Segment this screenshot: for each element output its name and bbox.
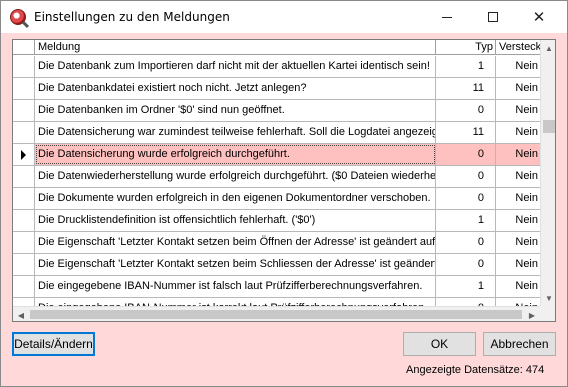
cell-typ[interactable]: 1: [436, 276, 496, 297]
table-row[interactable]: Die Datensicherung wurde erfolgreich dur…: [13, 144, 540, 166]
cell-typ[interactable]: 1: [436, 210, 496, 231]
table-row[interactable]: Die Dokumente wurden erfolgreich in den …: [13, 188, 540, 210]
record-count: Angezeigte Datensätze: 474: [406, 364, 545, 376]
cell-meldung[interactable]: Die Eigenschaft 'Letzter Kontakt setzen …: [35, 254, 436, 275]
title-bar: Einstellungen zu den Meldungen ✕: [1, 1, 567, 33]
horizontal-scroll-thumb[interactable]: [30, 310, 522, 319]
cell-versteckt[interactable]: Nein: [496, 78, 540, 99]
row-indicator[interactable]: [13, 78, 35, 99]
grid-header: Meldung Typ Versteckt: [13, 40, 540, 55]
column-header-meldung[interactable]: Meldung: [35, 40, 436, 55]
table-row[interactable]: Die Eigenschaft 'Letzter Kontakt setzen …: [13, 232, 540, 254]
table-row[interactable]: Die Drucklistendefinition ist offensicht…: [13, 210, 540, 232]
table-row[interactable]: Die Eigenschaft 'Letzter Kontakt setzen …: [13, 254, 540, 276]
ok-button[interactable]: OK: [403, 332, 476, 356]
cell-versteckt[interactable]: Nein: [496, 232, 540, 253]
cell-versteckt[interactable]: Nein: [496, 144, 540, 165]
cell-typ[interactable]: 0: [436, 188, 496, 209]
cell-meldung[interactable]: Die Datenbankdatei existiert noch nicht.…: [35, 78, 436, 99]
cell-typ[interactable]: 0: [436, 254, 496, 275]
row-indicator[interactable]: [13, 232, 35, 253]
cell-versteckt[interactable]: Nein: [496, 254, 540, 275]
row-indicator[interactable]: [13, 166, 35, 187]
cell-meldung[interactable]: Die Dokumente wurden erfolgreich in den …: [35, 188, 436, 209]
table-row[interactable]: Die eingegebene IBAN-Nummer ist falsch l…: [13, 276, 540, 298]
minimize-icon: [442, 16, 452, 18]
cell-meldung[interactable]: Die Datensicherung wurde erfolgreich dur…: [35, 144, 436, 165]
close-icon: ✕: [532, 7, 546, 26]
scroll-left-icon[interactable]: ◀: [13, 307, 29, 321]
maximize-button[interactable]: [470, 1, 516, 33]
scrollbar-corner: [540, 306, 555, 321]
column-header-typ[interactable]: Typ: [436, 40, 496, 55]
cell-meldung[interactable]: Die Datensicherung war zumindest teilwei…: [35, 122, 436, 143]
cell-meldung[interactable]: Die eingegebene IBAN-Nummer ist falsch l…: [35, 276, 436, 297]
row-indicator[interactable]: [13, 144, 35, 165]
vertical-scroll-thumb[interactable]: [543, 120, 555, 133]
minimize-button[interactable]: [424, 1, 470, 33]
cell-typ[interactable]: 0: [436, 232, 496, 253]
cell-typ[interactable]: 11: [436, 78, 496, 99]
scroll-right-icon[interactable]: ▶: [524, 307, 540, 321]
cell-typ[interactable]: 0: [436, 100, 496, 121]
row-indicator[interactable]: [13, 276, 35, 297]
table-row[interactable]: Die Datenbanken im Ordner '$0' sind nun …: [13, 100, 540, 122]
table-row[interactable]: Die Datenbankdatei existiert noch nicht.…: [13, 78, 540, 100]
scroll-up-icon[interactable]: ▲: [541, 40, 555, 56]
column-header-versteckt[interactable]: Versteckt: [496, 40, 540, 55]
cell-typ[interactable]: 1: [436, 56, 496, 77]
cell-versteckt[interactable]: Nein: [496, 166, 540, 187]
cell-meldung[interactable]: Die Eigenschaft 'Letzter Kontakt setzen …: [35, 232, 436, 253]
cell-meldung[interactable]: Die Datenbanken im Ordner '$0' sind nun …: [35, 100, 436, 121]
row-indicator[interactable]: [13, 210, 35, 231]
cell-typ[interactable]: 0: [436, 166, 496, 187]
cell-meldung[interactable]: Die Datenwiederherstellung wurde erfolgr…: [35, 166, 436, 187]
cell-meldung[interactable]: Die Datenbank zum Importieren darf nicht…: [35, 56, 436, 77]
table-row[interactable]: Die Datenbank zum Importieren darf nicht…: [13, 56, 540, 78]
cell-versteckt[interactable]: Nein: [496, 100, 540, 121]
vertical-scrollbar[interactable]: ▲ ▼: [540, 40, 555, 306]
row-indicator[interactable]: [13, 100, 35, 121]
cell-versteckt[interactable]: Nein: [496, 122, 540, 143]
cell-typ[interactable]: 11: [436, 122, 496, 143]
table-row[interactable]: Die Datensicherung war zumindest teilwei…: [13, 122, 540, 144]
table-row[interactable]: Die Datenwiederherstellung wurde erfolgr…: [13, 166, 540, 188]
messages-grid[interactable]: Meldung Typ Versteckt Die Datenbank zum …: [12, 39, 556, 322]
magnifier-icon: [10, 9, 26, 25]
cell-versteckt[interactable]: Nein: [496, 210, 540, 231]
current-row-pointer-icon: [21, 150, 26, 160]
row-indicator[interactable]: [13, 122, 35, 143]
cell-versteckt[interactable]: Nein: [496, 188, 540, 209]
cell-versteckt[interactable]: Nein: [496, 56, 540, 77]
cell-typ[interactable]: 0: [436, 144, 496, 165]
row-indicator[interactable]: [13, 56, 35, 77]
maximize-icon: [488, 12, 498, 22]
row-indicator-header: [13, 40, 35, 55]
row-indicator[interactable]: [13, 254, 35, 275]
window-title: Einstellungen zu den Meldungen: [34, 10, 230, 24]
settings-dialog: Einstellungen zu den Meldungen ✕ Meldung…: [0, 0, 568, 387]
close-button[interactable]: ✕: [516, 1, 562, 33]
cancel-button[interactable]: Abbrechen: [483, 332, 556, 356]
cell-versteckt[interactable]: Nein: [496, 276, 540, 297]
scroll-down-icon[interactable]: ▼: [541, 290, 555, 306]
details-edit-button[interactable]: Details/Ändern: [12, 332, 95, 356]
horizontal-scrollbar[interactable]: ◀ ▶: [13, 306, 540, 321]
row-indicator[interactable]: [13, 188, 35, 209]
cell-meldung[interactable]: Die Drucklistendefinition ist offensicht…: [35, 210, 436, 231]
